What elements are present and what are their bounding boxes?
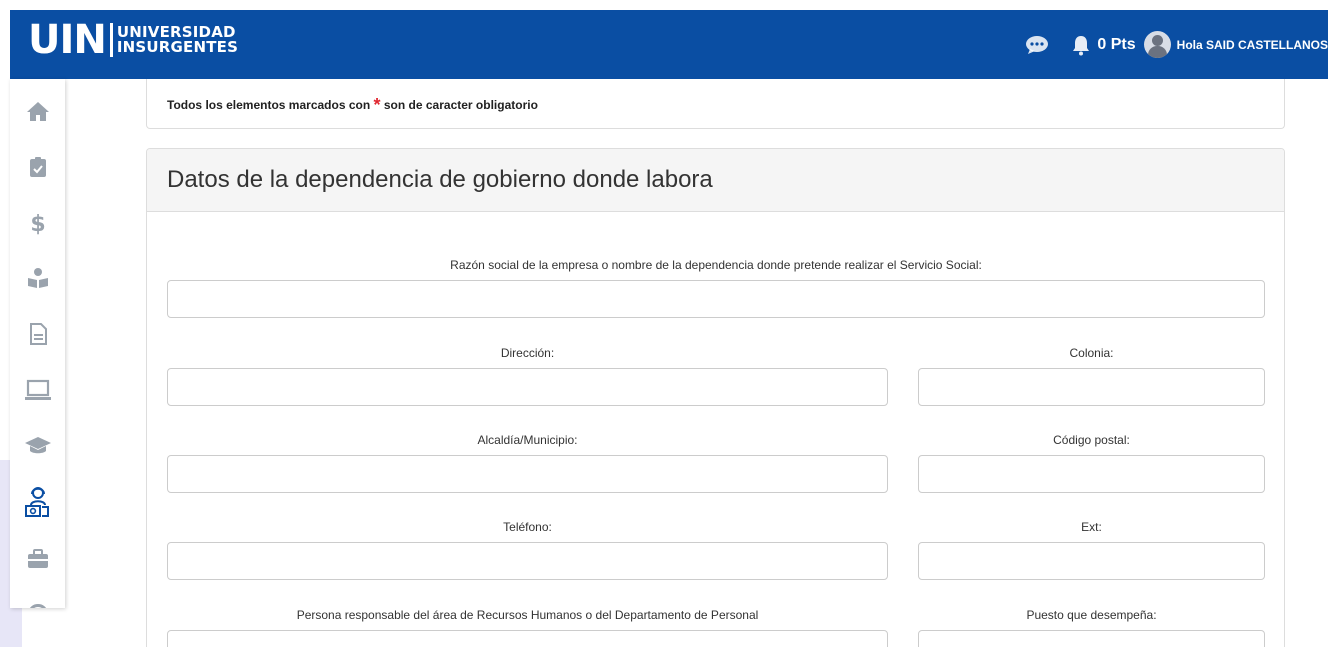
sidebar: $ [10,79,65,608]
sidebar-item-home[interactable] [10,95,65,131]
user-greeting[interactable]: Hola SAID CASTELLANOS [1177,38,1328,52]
briefcase-icon [27,548,49,574]
sidebar-item-more[interactable] [10,593,65,608]
colonia-label: Colonia: [1069,346,1114,360]
graduation-cap-icon [24,435,52,460]
top-header: UIN UNIVERSIDAD INSURGENTES 0 Pts Hola S… [10,10,1328,79]
sidebar-item-payments[interactable]: $ [10,207,65,243]
dependency-form-card: Datos de la dependencia de gobierno dond… [146,148,1285,647]
avatar[interactable] [1143,31,1171,58]
reader-icon [26,267,50,294]
required-notice-card: Todos los elementos marcados con * son d… [146,79,1285,129]
sidebar-item-online[interactable] [10,374,65,410]
social-service-icon [24,485,52,524]
sidebar-item-reading[interactable] [10,262,65,298]
sidebar-item-jobs[interactable] [10,543,65,579]
responsable-input[interactable] [167,630,888,647]
codigo-postal-input[interactable] [918,455,1265,493]
page: UIN UNIVERSIDAD INSURGENTES 0 Pts Hola S… [0,0,1328,647]
laptop-icon [24,379,51,406]
home-icon [26,100,50,127]
avatar-body-shape [1147,46,1167,58]
required-notice-before: Todos los elementos marcados con [167,98,371,112]
colonia-input[interactable] [918,368,1265,406]
form-title: Datos de la dependencia de gobierno dond… [167,166,713,193]
required-star: * [373,95,381,115]
ext-input[interactable] [918,542,1265,580]
notifications-bell-icon[interactable] [1071,34,1091,56]
points-counter[interactable]: 0 Pts [1097,36,1135,54]
direccion-label: Dirección: [500,346,555,360]
telefono-input[interactable] [167,542,888,580]
puesto-label: Puesto que desempeña: [1026,608,1157,622]
sidebar-item-graduation[interactable] [10,429,65,465]
razon-social-input[interactable] [167,280,1265,318]
responsable-label: Persona responsable del área de Recursos… [296,608,759,622]
logo-mark: UIN [28,17,107,63]
logo-text: UNIVERSIDAD INSURGENTES [117,25,238,55]
clipboard-check-icon [29,156,47,183]
dollar-icon: $ [30,211,45,240]
avatar-head-shape [1151,35,1163,46]
required-notice-after: son de caracter obligatorio [383,98,538,112]
logo-divider [109,23,113,57]
sidebar-item-tasks[interactable] [10,151,65,187]
chat-icon[interactable] [1025,35,1049,55]
header-actions: 0 Pts Hola SAID CASTELLANOS [1025,10,1328,79]
ext-label: Ext: [1081,520,1102,534]
sidebar-item-documents[interactable] [10,318,65,354]
telefono-label: Teléfono: [503,520,552,534]
sidebar-item-social-service[interactable] [10,482,65,526]
alcaldia-input[interactable] [167,455,888,493]
svg-text:$: $ [31,212,45,235]
university-logo[interactable]: UIN UNIVERSIDAD INSURGENTES [28,19,238,61]
codigo-postal-label: Código postal: [1053,433,1130,447]
form-card-header: Datos de la dependencia de gobierno dond… [147,149,1284,212]
more-icon [28,599,48,608]
logo-line-2: INSURGENTES [116,38,239,56]
direccion-input[interactable] [167,368,888,406]
alcaldia-label: Alcaldía/Municipio: [477,433,578,447]
required-notice: Todos los elementos marcados con * son d… [167,93,538,115]
razon-social-label: Razón social de la empresa o nombre de l… [450,258,982,272]
document-icon [29,322,47,350]
puesto-input[interactable] [918,630,1265,647]
